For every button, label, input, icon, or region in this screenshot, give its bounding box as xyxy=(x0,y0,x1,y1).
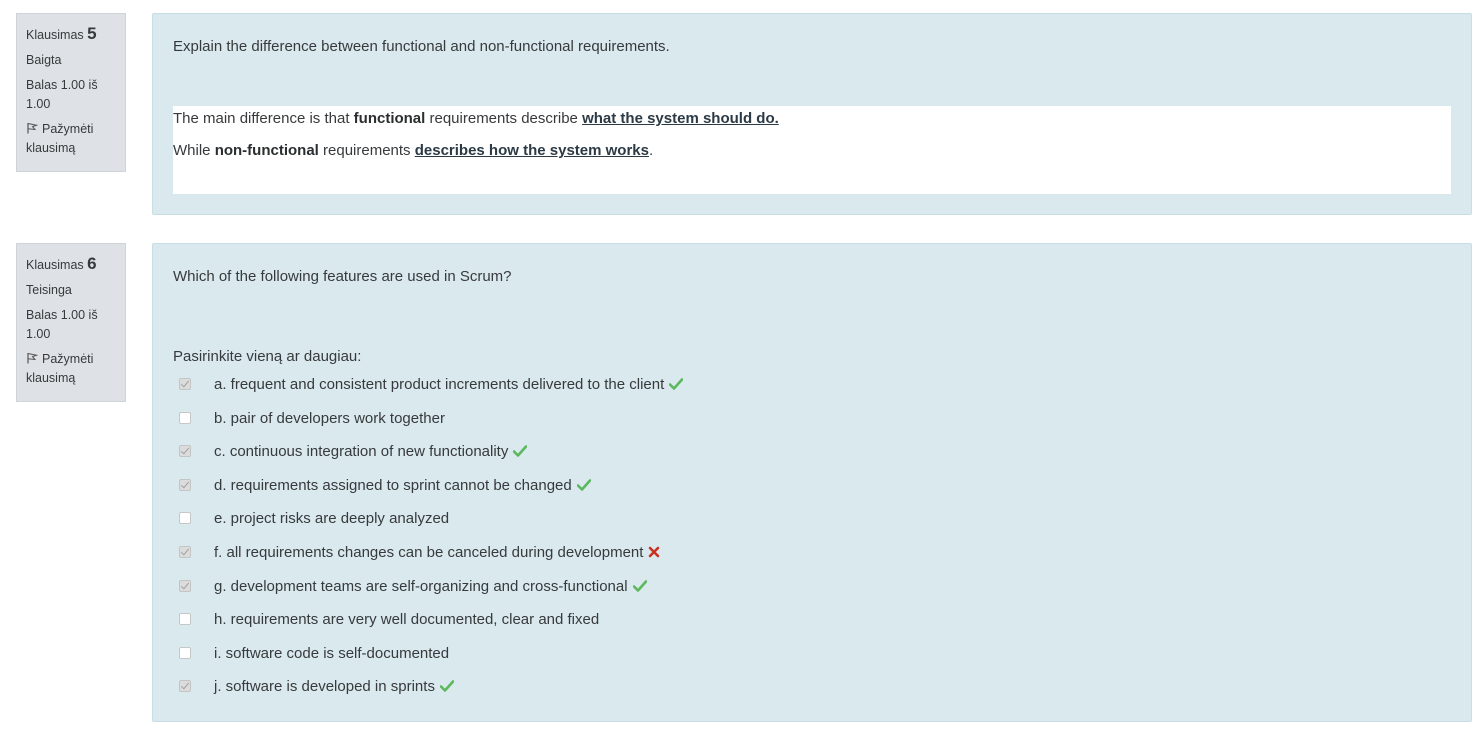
answer-line-1: The main difference is that functional r… xyxy=(173,109,779,129)
answer-prompt: Pasirinkite vieną ar daugiau: xyxy=(173,348,362,365)
option-label: b. pair of developers work together xyxy=(214,410,445,427)
question-number-value: 5 xyxy=(87,24,97,43)
answer-text: The main difference is that xyxy=(173,110,354,127)
answer-option: i. software code is self-documented xyxy=(173,643,1073,665)
option-checkbox[interactable] xyxy=(179,680,191,692)
check-icon xyxy=(439,680,454,692)
question-number-value: 6 xyxy=(87,254,97,273)
answer-option: e. project risks are deeply analyzed xyxy=(173,508,1073,530)
check-icon xyxy=(669,378,684,390)
question-info-panel: Klausimas 5 Baigta Balas 1.00 iš 1.00 Pa… xyxy=(16,13,126,172)
option-checkbox[interactable] xyxy=(179,647,191,659)
question-content: Which of the following features are used… xyxy=(152,243,1472,722)
answer-option: h. requirements are very well documented… xyxy=(173,609,1073,631)
question-grade: Balas 1.00 iš 1.00 xyxy=(26,78,98,111)
option-checkbox[interactable] xyxy=(179,445,191,457)
flag-question-link[interactable]: Pažymėti klausimą xyxy=(26,350,117,388)
answer-box: The main difference is that functional r… xyxy=(173,106,1451,194)
option-label: h. requirements are very well documented… xyxy=(214,611,600,628)
answer-option: c. continuous integration of new functio… xyxy=(173,441,1073,463)
answer-option: a. frequent and consistent product incre… xyxy=(173,374,1073,396)
answer-underlined-text: what the system should do. xyxy=(582,110,779,127)
question-info-panel: Klausimas 6 Teisinga Balas 1.00 iš 1.00 … xyxy=(16,243,126,402)
answer-option: d. requirements assigned to sprint canno… xyxy=(173,475,1073,497)
option-label: f. all requirements changes can be cance… xyxy=(214,542,660,564)
answer-option: j. software is developed in sprints xyxy=(173,676,1073,698)
answer-text: requirements describe xyxy=(425,110,583,127)
option-checkbox[interactable] xyxy=(179,412,191,424)
option-label: e. project risks are deeply analyzed xyxy=(214,510,450,527)
answer-text: While xyxy=(173,142,215,159)
option-checkbox[interactable] xyxy=(179,546,191,558)
question-label: Klausimas xyxy=(26,28,84,42)
question-text: Explain the difference between functiona… xyxy=(173,38,670,55)
option-label: d. requirements assigned to sprint canno… xyxy=(214,475,591,497)
question-state: Teisinga xyxy=(26,283,72,297)
question-number: Klausimas 6 xyxy=(26,254,117,275)
cross-icon xyxy=(649,546,660,558)
option-label: j. software is developed in sprints xyxy=(214,676,454,698)
option-checkbox[interactable] xyxy=(179,613,191,625)
question-number: Klausimas 5 xyxy=(26,24,117,45)
question-content: Explain the difference between functiona… xyxy=(152,13,1472,215)
option-label: c. continuous integration of new functio… xyxy=(214,441,528,463)
option-checkbox[interactable] xyxy=(179,512,191,524)
check-icon xyxy=(576,479,591,491)
answer-option: f. all requirements changes can be cance… xyxy=(173,542,1073,564)
option-checkbox[interactable] xyxy=(179,378,191,390)
flag-question-link[interactable]: Pažymėti klausimą xyxy=(26,120,117,158)
option-checkbox[interactable] xyxy=(179,580,191,592)
flag-icon xyxy=(27,353,38,364)
answer-option: b. pair of developers work together xyxy=(173,408,1073,430)
flag-icon xyxy=(27,123,38,134)
answer-option: g. development teams are self-organizing… xyxy=(173,576,1073,598)
answer-bold-text: non-functional xyxy=(214,142,319,159)
answer-text: requirements xyxy=(318,142,415,159)
question-grade: Balas 1.00 iš 1.00 xyxy=(26,308,98,341)
question-text: Which of the following features are used… xyxy=(173,268,512,285)
option-label: g. development teams are self-organizing… xyxy=(214,576,647,598)
answer-line-2: While non-functional requirements descri… xyxy=(173,141,653,161)
check-icon xyxy=(632,580,647,592)
answer-bold-text: functional xyxy=(353,110,426,127)
question-label: Klausimas xyxy=(26,258,84,272)
option-label: a. frequent and consistent product incre… xyxy=(214,374,684,396)
answer-text: . xyxy=(648,142,654,159)
answer-underlined-text: describes how the system works xyxy=(414,142,649,159)
question-state: Baigta xyxy=(26,53,62,67)
option-checkbox[interactable] xyxy=(179,479,191,491)
option-label: i. software code is self-documented xyxy=(214,645,450,662)
check-icon xyxy=(513,445,528,457)
